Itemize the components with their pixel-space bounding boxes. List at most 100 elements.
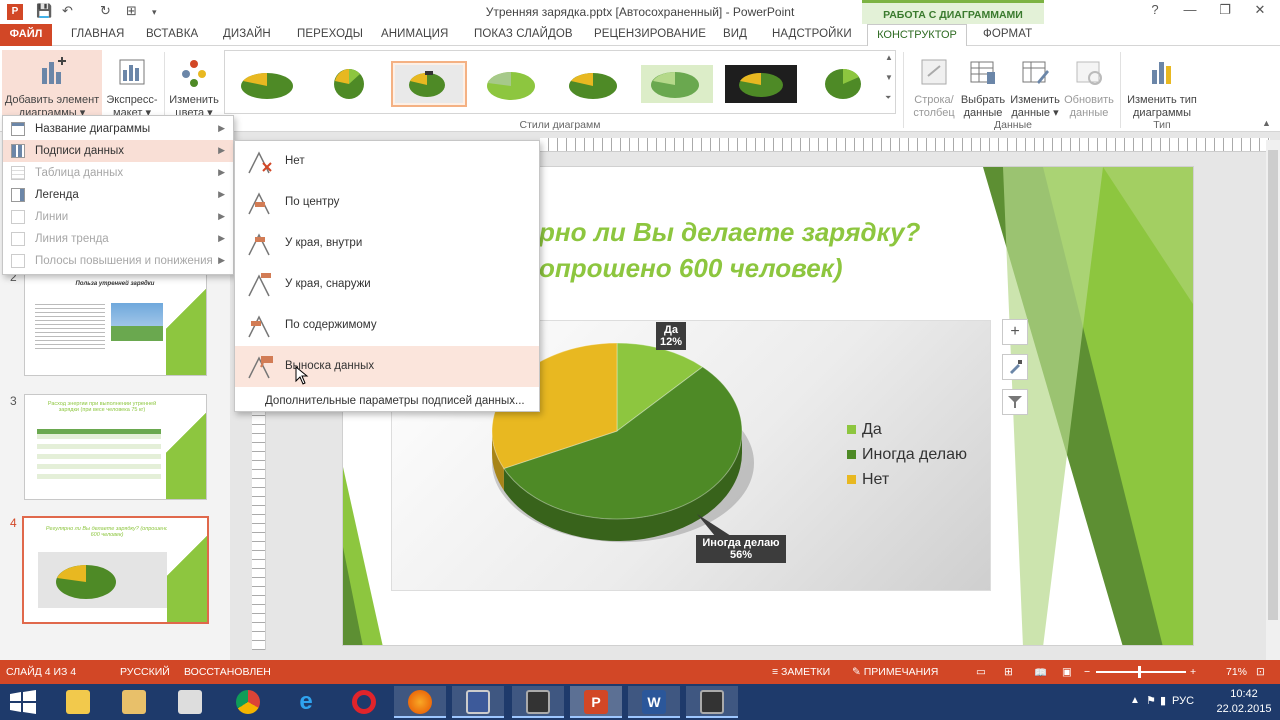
fit-to-window-icon[interactable]: ⊡	[1256, 666, 1265, 678]
chart-styles-button[interactable]	[1002, 354, 1028, 380]
window-title: Утренняя зарядка.pptx [Автосохраненный] …	[485, 5, 795, 19]
tab-view[interactable]: ВИД	[723, 28, 747, 40]
taskbar-save-app[interactable]	[452, 686, 504, 718]
chart-filters-button[interactable]	[1002, 389, 1028, 415]
tab-chart-design[interactable]: КОНСТРУКТОР	[867, 24, 967, 46]
tray-network-icon[interactable]: ▮	[1160, 694, 1166, 707]
gallery-more-icon[interactable]: ⏷	[885, 93, 891, 103]
zoom-slider[interactable]	[1096, 666, 1186, 678]
close-button[interactable]: ✕	[1245, 2, 1275, 22]
chart-style-3[interactable]	[391, 61, 467, 107]
language-indicator[interactable]: РУССКИЙ	[120, 666, 170, 678]
windows-start-icon[interactable]	[10, 690, 36, 714]
notes-button[interactable]: ≡ ЗАМЕТКИ	[772, 666, 830, 678]
gallery-scroll-down-icon[interactable]: ▼	[885, 73, 893, 82]
zoom-in-button[interactable]: +	[1190, 666, 1196, 678]
legend-item-sometimes[interactable]: Иногда делаю	[847, 446, 967, 464]
quick-layout-button[interactable]: Экспресс- макет ▾	[104, 50, 160, 119]
chart-style-5[interactable]	[555, 61, 631, 107]
chart-style-2[interactable]	[311, 61, 387, 107]
slide-sorter-icon[interactable]: ⊞	[1004, 666, 1013, 678]
comments-button[interactable]: ✎ ПРИМЕЧАНИЯ	[852, 666, 938, 678]
taskbar-firefox[interactable]	[394, 686, 446, 718]
chart-styles-gallery: ▲ ▼ ⏷	[224, 50, 896, 114]
more-data-label-options-link[interactable]: Дополнительные параметры подписей данных…	[265, 395, 525, 407]
tray-language[interactable]: РУС	[1172, 695, 1194, 707]
refresh-data-button: Обновить данные	[1062, 50, 1116, 119]
chart-style-1[interactable]	[229, 61, 305, 107]
collapse-ribbon-icon[interactable]: ▲	[1262, 118, 1271, 128]
tab-review[interactable]: РЕЦЕНЗИРОВАНИЕ	[594, 28, 706, 40]
legend-item-no[interactable]: Нет	[847, 471, 889, 489]
minimize-button[interactable]: —	[1175, 2, 1205, 22]
tab-animation[interactable]: АНИМАЦИЯ	[381, 28, 448, 40]
submenu-item-inside-end[interactable]: У края, внутри	[235, 223, 539, 264]
taskbar-opera[interactable]	[338, 686, 390, 718]
slideshow-view-icon[interactable]: ▣	[1062, 666, 1072, 678]
submenu-item-center[interactable]: По центру	[235, 182, 539, 223]
submenu-item-outside-end[interactable]: У края, снаружи	[235, 264, 539, 305]
thumb-green-shape	[167, 518, 207, 622]
submenu-arrow-icon: ▶	[218, 145, 225, 155]
edit-data-icon	[1022, 61, 1049, 84]
restore-button[interactable]: ❐	[1210, 2, 1240, 22]
tab-home[interactable]: ГЛАВНАЯ	[71, 28, 124, 40]
ribbon-separator	[903, 52, 904, 128]
slide-title-line1[interactable]: рно ли Вы делаете зарядку?	[539, 217, 920, 248]
edit-data-button[interactable]: Изменить данные ▾	[1008, 50, 1062, 119]
normal-view-icon[interactable]: ▭	[976, 666, 986, 678]
tab-design[interactable]: ДИЗАЙН	[223, 28, 271, 40]
image-viewer-icon	[178, 690, 202, 714]
slide-thumbnail-4[interactable]: Регулярно ли Вы делаете зарядку? (опроше…	[22, 516, 209, 624]
menu-item-label: Таблица данных	[35, 167, 124, 179]
chart-elements-button[interactable]: +	[1002, 319, 1028, 345]
tab-file[interactable]: ФАЙЛ	[0, 24, 52, 46]
taskbar-word[interactable]: W	[628, 686, 680, 718]
gallery-scroll-up-icon[interactable]: ▲	[885, 53, 893, 62]
submenu-item-none[interactable]: Нет	[235, 141, 539, 182]
add-chart-element-button[interactable]: Добавить элемент диаграммы ▾	[2, 50, 102, 119]
taskbar-powerpoint[interactable]: P	[570, 686, 622, 718]
change-chart-type-label1: Изменить тип	[1127, 94, 1197, 106]
chart-style-4[interactable]	[473, 61, 549, 107]
menu-item-chart-title[interactable]: Название диаграммы ▶	[3, 118, 233, 140]
taskbar-ie[interactable]: e	[280, 686, 332, 718]
vertical-scrollbar[interactable]	[1266, 140, 1280, 660]
chart-style-8[interactable]	[805, 61, 881, 107]
chart-styles-group-label: Стили диаграмм	[519, 119, 601, 131]
tab-transitions[interactable]: ПЕРЕХОДЫ	[297, 28, 363, 40]
reading-view-icon[interactable]: 📖	[1034, 666, 1047, 679]
change-colors-button[interactable]: Изменить цвета ▾	[166, 50, 222, 119]
tab-addins[interactable]: НАДСТРОЙКИ	[772, 28, 852, 40]
taskbar-clock[interactable]: 10:42 22.02.2015	[1214, 687, 1274, 717]
legend-item-yes[interactable]: Да	[847, 421, 882, 439]
slide-thumbnail-2[interactable]: Польза утренней зарядки	[24, 270, 207, 376]
edit-data-label1: Изменить	[1010, 94, 1060, 106]
taskbar-explorer[interactable]	[52, 686, 104, 718]
taskbar-chrome[interactable]	[222, 686, 274, 718]
submenu-item-best-fit[interactable]: По содержимому	[235, 305, 539, 346]
slide-title-line2[interactable]: опрошено 600 человек)	[539, 253, 843, 284]
zoom-out-button[interactable]: −	[1084, 666, 1090, 678]
tab-insert[interactable]: ВСТАВКА	[146, 28, 198, 40]
data-labels-submenu: Нет По центру У края, внутри У края, сна…	[234, 140, 540, 412]
menu-item-legend[interactable]: Легенда ▶	[3, 184, 233, 206]
tab-slideshow[interactable]: ПОКАЗ СЛАЙДОВ	[474, 28, 573, 40]
tray-flag-icon[interactable]: ⚑	[1146, 694, 1156, 707]
chart-style-6[interactable]	[639, 61, 715, 107]
select-data-button[interactable]: Выбрать данные	[958, 50, 1008, 119]
taskbar-files[interactable]	[108, 686, 160, 718]
zoom-level[interactable]: 71%	[1226, 666, 1247, 678]
menu-item-data-labels[interactable]: Подписи данных ▶	[3, 140, 233, 162]
data-callout-yes[interactable]: Да 12%	[656, 322, 686, 350]
slide-thumbnail-3[interactable]: Расход энергии при выполнении утренней з…	[24, 394, 207, 500]
help-button[interactable]: ?	[1140, 2, 1170, 22]
taskbar-app-12[interactable]	[686, 686, 738, 718]
submenu-item-data-callout[interactable]: Выноска данных	[235, 346, 539, 387]
change-chart-type-button[interactable]: Изменить тип диаграммы	[1124, 50, 1200, 119]
chart-style-7[interactable]	[723, 61, 799, 107]
taskbar-app-9[interactable]	[512, 686, 564, 718]
tray-show-hidden-icon[interactable]: ▲	[1130, 695, 1140, 706]
tab-format[interactable]: ФОРМАТ	[983, 28, 1032, 40]
taskbar-app-3[interactable]	[164, 686, 216, 718]
